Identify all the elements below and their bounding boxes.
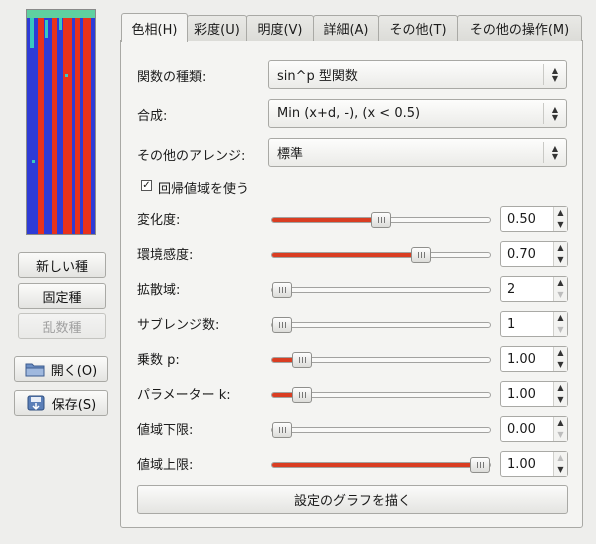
subranges-spinbutton[interactable]: 1 ▲ ▼ — [500, 311, 568, 337]
param-k-slider-handle[interactable] — [292, 387, 312, 403]
env-sensitivity-spinbutton[interactable]: 0.70 ▲ ▼ — [500, 241, 568, 267]
tab-saturation[interactable]: 彩度(U) — [187, 15, 247, 41]
range-high-slider-fill — [272, 463, 480, 467]
open-button[interactable]: 開く(O) — [14, 356, 108, 382]
param-k-label: パラメーター k: — [137, 388, 231, 403]
range-high-label: 値域上限: — [137, 458, 194, 473]
multiplier-p-slider[interactable] — [271, 352, 491, 368]
misc-arrange-value: 標準 — [277, 147, 304, 162]
diffusion-slider[interactable] — [271, 282, 491, 298]
range-low-label: 値域下限: — [137, 423, 194, 438]
composition-value: Min (x+d, -), (x < 0.5) — [277, 106, 421, 121]
tab-hue[interactable]: 色相(H) — [121, 13, 188, 42]
use-cyclic-range-label: 回帰値域を使う — [158, 182, 250, 197]
variation-label: 変化度: — [137, 213, 181, 228]
function-type-label: 関数の種類: — [137, 70, 207, 85]
fixed-seed-button[interactable]: 固定種 — [18, 283, 106, 309]
composition-label: 合成: — [137, 109, 168, 124]
preview-image — [26, 9, 96, 235]
spin-arrows-icon[interactable]: ▲ ▼ — [553, 347, 567, 371]
tab-advanced[interactable]: 詳細(A) — [313, 15, 379, 41]
multiplier-p-label: 乗数 p: — [137, 353, 180, 368]
function-type-combo[interactable]: sin^p 型関数 ▲ ▼ — [268, 60, 567, 89]
range-low-slider[interactable] — [271, 422, 491, 438]
param-k-spinbutton[interactable]: 1.00 ▲ ▼ — [500, 381, 568, 407]
spin-arrows-icon[interactable]: ▲ ▼ — [553, 207, 567, 231]
save-icon — [26, 394, 46, 412]
save-label: 保存(S) — [51, 397, 97, 413]
diffusion-value: 2 — [507, 281, 516, 297]
env-sensitivity-slider-fill — [272, 253, 421, 257]
spin-arrows-icon[interactable]: ▲ ▼ — [553, 452, 567, 476]
diffusion-spinbutton[interactable]: 2 ▲ ▼ — [500, 276, 568, 302]
env-sensitivity-slider-handle[interactable] — [411, 247, 431, 263]
tab-saturation-label: 彩度(U) — [194, 23, 240, 38]
random-seed-label: 乱数種 — [42, 320, 82, 336]
range-high-slider[interactable] — [271, 457, 491, 473]
tab-others-label: その他(T) — [389, 23, 447, 38]
multiplier-p-slider-handle[interactable] — [292, 352, 312, 368]
spin-arrows-icon[interactable]: ▲ ▼ — [553, 417, 567, 441]
tab-advanced-label: 詳細(A) — [323, 23, 369, 38]
multiplier-p-spinbutton[interactable]: 1.00 ▲ ▼ — [500, 346, 568, 372]
variation-value: 0.50 — [507, 211, 536, 227]
random-seed-button[interactable]: 乱数種 — [18, 313, 106, 339]
param-k-value: 1.00 — [507, 386, 536, 402]
draw-graph-label: 設定のグラフを描く — [293, 494, 411, 509]
misc-arrange-label: その他のアレンジ: — [137, 149, 246, 164]
spin-arrows-icon[interactable]: ▲ ▼ — [553, 242, 567, 266]
range-low-spinbutton[interactable]: 0.00 ▲ ▼ — [500, 416, 568, 442]
variation-spinbutton[interactable]: 0.50 ▲ ▼ — [500, 206, 568, 232]
tab-hue-label: 色相(H) — [131, 22, 178, 38]
tab-other-operations[interactable]: その他の操作(M) — [457, 15, 582, 41]
open-label: 開く(O) — [50, 363, 98, 379]
composition-combo[interactable]: Min (x+d, -), (x < 0.5) ▲ ▼ — [268, 99, 567, 128]
subranges-value: 1 — [507, 316, 516, 332]
misc-arrange-combo[interactable]: 標準 ▲ ▼ — [268, 138, 567, 167]
new-seed-button[interactable]: 新しい種 — [18, 252, 106, 278]
subranges-slider-handle[interactable] — [272, 317, 292, 333]
tab-others[interactable]: その他(T) — [378, 15, 458, 41]
range-high-value: 1.00 — [507, 456, 536, 472]
range-high-slider-handle[interactable] — [470, 457, 490, 473]
spin-arrows-icon[interactable]: ▲ ▼ — [553, 382, 567, 406]
diffusion-slider-handle[interactable] — [272, 282, 292, 298]
env-sensitivity-value: 0.70 — [507, 246, 536, 262]
diffusion-label: 拡散域: — [137, 283, 181, 298]
tab-other-operations-label: その他の操作(M) — [469, 23, 570, 38]
fixed-seed-label: 固定種 — [42, 290, 82, 306]
use-cyclic-range-checkbox[interactable]: ✓ — [141, 180, 152, 191]
env-sensitivity-label: 環境感度: — [137, 248, 194, 263]
env-sensitivity-slider[interactable] — [271, 247, 491, 263]
chevron-updown-icon: ▲ ▼ — [543, 103, 566, 124]
function-type-value: sin^p 型関数 — [277, 69, 358, 84]
subranges-slider[interactable] — [271, 317, 491, 333]
variation-slider-handle[interactable] — [371, 212, 391, 228]
subranges-label: サブレンジ数: — [137, 318, 220, 333]
spin-arrows-icon[interactable]: ▲ ▼ — [553, 312, 567, 336]
range-low-slider-handle[interactable] — [272, 422, 292, 438]
range-low-value: 0.00 — [507, 421, 536, 437]
save-button[interactable]: 保存(S) — [14, 390, 108, 416]
variation-slider-fill — [272, 218, 381, 222]
multiplier-p-value: 1.00 — [507, 351, 536, 367]
chevron-updown-icon: ▲ ▼ — [543, 142, 566, 163]
spin-arrows-icon[interactable]: ▲ ▼ — [553, 277, 567, 301]
new-seed-label: 新しい種 — [35, 259, 88, 275]
tab-value-label: 明度(V) — [257, 23, 303, 38]
variation-slider[interactable] — [271, 212, 491, 228]
param-k-slider[interactable] — [271, 387, 491, 403]
draw-graph-button[interactable]: 設定のグラフを描く — [137, 485, 568, 514]
folder-icon — [25, 360, 45, 378]
range-high-spinbutton[interactable]: 1.00 ▲ ▼ — [500, 451, 568, 477]
tab-value[interactable]: 明度(V) — [246, 15, 314, 41]
chevron-updown-icon: ▲ ▼ — [543, 64, 566, 85]
